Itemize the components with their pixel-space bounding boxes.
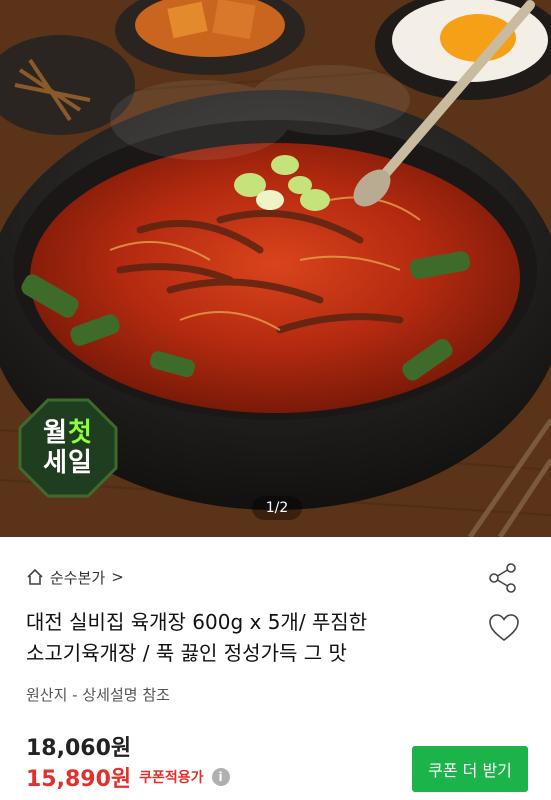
product-title-line2: 소고기육개장 / 푹 끓인 정성가득 그 맛 bbox=[26, 641, 347, 665]
original-price: 18,060원 bbox=[26, 736, 132, 761]
shop-link[interactable]: 순수본가 > bbox=[26, 563, 124, 591]
coupon-price: 15,890원 bbox=[26, 767, 132, 792]
coupon-price-row: 15,890원 쿠폰적용가 i bbox=[26, 761, 230, 793]
home-icon bbox=[27, 568, 43, 585]
chevron-right-icon: > bbox=[111, 568, 124, 586]
share-icon[interactable] bbox=[487, 562, 519, 594]
product-origin: 원산지 - 상세설명 참조 bbox=[26, 686, 170, 704]
wishlist-heart-icon[interactable] bbox=[489, 614, 519, 642]
badge-text-part2: 첫 bbox=[68, 418, 93, 448]
image-pager: 1/2 bbox=[252, 496, 302, 520]
product-title-line1: 대전 실비집 육개장 600g x 5개/ 푸짐한 bbox=[26, 610, 368, 634]
get-more-coupons-button[interactable]: 쿠폰 더 받기 bbox=[412, 746, 528, 792]
monthly-sale-badge: 월첫 세일 bbox=[18, 398, 118, 498]
product-image-carousel[interactable]: 월첫 세일 1/2 bbox=[0, 0, 551, 537]
coupon-price-label: 쿠폰적용가 bbox=[139, 770, 204, 786]
shop-name: 순수본가 bbox=[50, 568, 106, 587]
badge-text-line2: 세일 bbox=[43, 448, 93, 478]
info-icon[interactable]: i bbox=[211, 768, 230, 786]
product-title: 대전 실비집 육개장 600g x 5개/ 푸짐한 소고기육개장 / 푹 끓인 … bbox=[26, 607, 466, 669]
badge-text-part1: 월 bbox=[43, 418, 68, 448]
